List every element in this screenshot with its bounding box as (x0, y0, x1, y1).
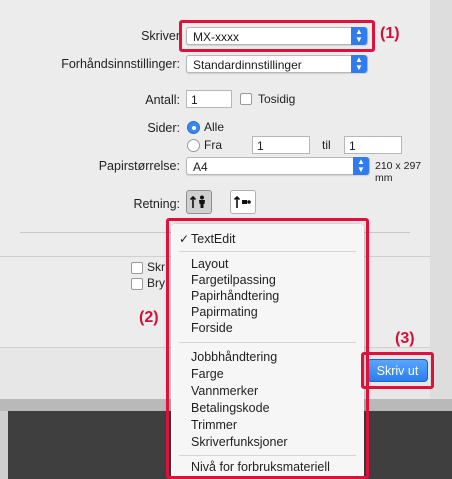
callout-box-print-button (361, 352, 434, 389)
paper-size-select[interactable]: A4 ▲ ▼ (186, 157, 370, 175)
updown-stepper-icon: ▲ ▼ (351, 55, 367, 73)
callout-box-menu (166, 218, 369, 479)
callout-label-2: (2) (139, 309, 159, 326)
pages-from-input[interactable]: 1 (252, 136, 310, 154)
pages-label: Sider: (147, 121, 180, 135)
paper-dimensions: 210 x 297 mm (375, 160, 422, 184)
option-checkbox-1[interactable] (131, 262, 143, 274)
pages-to-input[interactable]: 1 (344, 136, 402, 154)
two-sided-label: Tosidig (258, 92, 296, 106)
pages-from-label: Fra (204, 138, 222, 152)
orientation-label: Retning: (133, 197, 180, 211)
updown-stepper-icon: ▲ ▼ (353, 157, 369, 175)
paper-size-label: Papirstørrelse: (98, 159, 180, 173)
two-sided-checkbox[interactable] (240, 93, 252, 105)
callout-label-3: (3) (395, 330, 415, 347)
paper-size-value: A4 (193, 160, 208, 174)
portrait-orientation-button[interactable] (186, 190, 212, 214)
landscape-orientation-button[interactable] (230, 190, 256, 214)
presets-value: Standardinnstillinger (193, 58, 302, 72)
copies-input[interactable]: 1 (186, 90, 232, 108)
callout-label-1: (1) (380, 25, 400, 42)
window-frame-edge (430, 0, 452, 399)
pages-all-label: Alle (204, 120, 225, 134)
pages-all-radio[interactable] (187, 121, 200, 134)
option-checkbox-2[interactable] (131, 278, 143, 290)
pages-to-label: til (322, 138, 331, 152)
background-window-edge (0, 411, 8, 479)
callout-box-printer (179, 20, 375, 52)
printer-label: Skriver (141, 29, 180, 43)
landscape-person-icon (233, 195, 251, 208)
presets-label: Forhåndsinnstillinger: (61, 57, 180, 71)
copies-label: Antall: (145, 93, 180, 107)
option-label-1: Skr (147, 260, 165, 274)
option-label-2: Bry (147, 276, 165, 290)
pages-from-radio[interactable] (187, 139, 200, 152)
portrait-person-icon (189, 195, 205, 208)
presets-select[interactable]: Standardinnstillinger ▲ ▼ (186, 55, 368, 73)
